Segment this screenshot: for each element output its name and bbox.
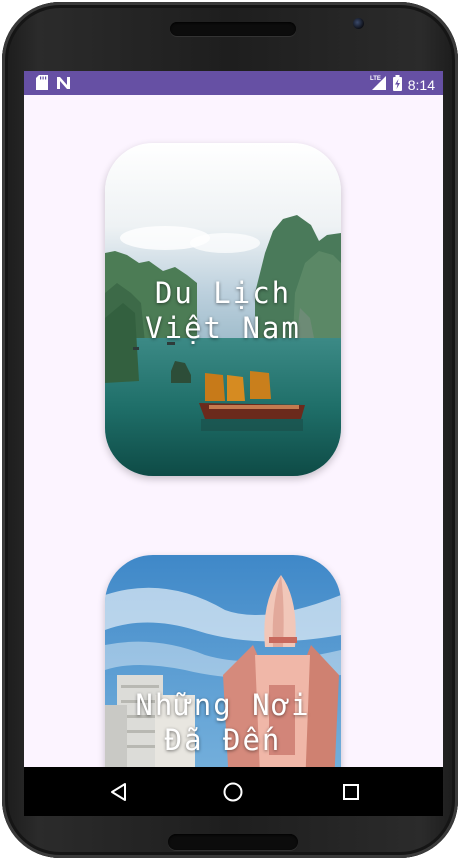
no-signal-n-icon	[56, 75, 71, 94]
front-camera	[353, 18, 364, 29]
home-icon[interactable]	[220, 779, 246, 805]
navigation-bar	[24, 767, 443, 816]
screen: LTE 8:14 Du Lịch Việt Nam Những Nơi Đã Đ…	[24, 71, 443, 816]
back-icon[interactable]	[106, 779, 132, 805]
bottom-speaker	[168, 834, 298, 850]
vietnam-travel-card[interactable]: Du Lịch Việt Nam	[105, 143, 341, 476]
recent-apps-icon[interactable]	[338, 779, 364, 805]
card-title-vietnam: Du Lịch Việt Nam	[145, 276, 301, 345]
lte-signal-icon: LTE	[370, 74, 387, 95]
top-speaker	[170, 22, 296, 36]
sd-card-icon	[36, 75, 48, 94]
card-title-visited: Những Nơi Đã Đến	[135, 688, 311, 757]
status-bar: LTE 8:14	[24, 71, 443, 95]
phone-frame: LTE 8:14 Du Lịch Việt Nam Những Nơi Đã Đ…	[2, 2, 458, 858]
status-time: 8:14	[407, 76, 435, 93]
lte-label: LTE	[370, 76, 381, 82]
battery-charging-icon	[392, 74, 402, 95]
